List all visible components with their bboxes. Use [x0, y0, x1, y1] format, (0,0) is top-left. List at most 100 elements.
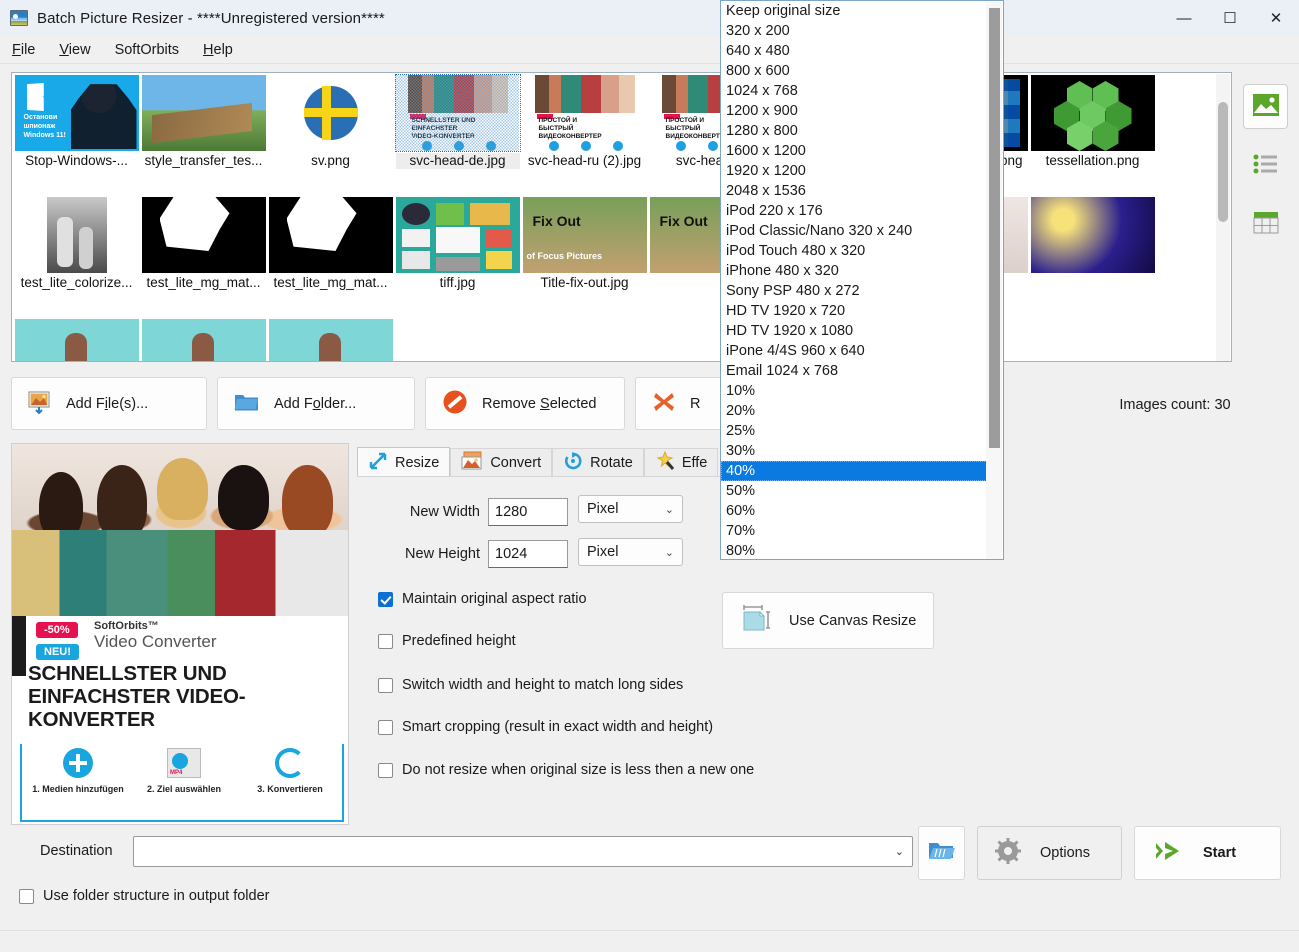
dropdown-option[interactable]: Email 1024 x 768 [721, 361, 987, 381]
dropdown-option[interactable]: HD TV 1920 x 1080 [721, 321, 987, 341]
list-item[interactable]: Останови шпионаж Windows 11! Stop-Windows-… [14, 75, 139, 195]
dropdown-option[interactable]: 40% [721, 461, 987, 481]
checkbox-box[interactable] [378, 633, 393, 649]
list-item[interactable]: Fix Out of Focus Pictures Title-fix-out.j… [522, 197, 647, 317]
tab-convert[interactable]: Convert [450, 448, 553, 477]
checkbox-switch-width-height[interactable]: Switch width and height to match long si… [378, 677, 683, 693]
scrollbar-thumb[interactable] [1218, 102, 1228, 222]
menu-softorbits[interactable]: SoftOrbits [103, 39, 191, 61]
preview-headline: SCHNELLSTER UND EINFACHSTER VIDEO-KONVER… [28, 662, 246, 731]
new-width-unit-select[interactable]: Pixel ⌄ [578, 495, 683, 523]
dropdown-option[interactable]: Keep original size [721, 1, 987, 21]
refresh-icon [275, 748, 305, 778]
tab-rotate[interactable]: Rotate [552, 448, 644, 477]
thumbnail [141, 75, 266, 151]
close-button[interactable]: ✕ [1253, 0, 1299, 36]
maximize-button[interactable]: ☐ [1207, 0, 1253, 36]
preview-accent-bar [12, 616, 26, 676]
browse-folder-button[interactable] [918, 826, 965, 880]
list-item[interactable]: test_lite_mg_mat... [141, 197, 266, 317]
grid-icon [1253, 211, 1279, 239]
list-view-button[interactable] [1243, 143, 1288, 188]
checkbox-use-folder-structure[interactable]: Use folder structure in output folder [19, 888, 269, 904]
dropdown-option[interactable]: 800 x 600 [721, 61, 987, 81]
checkbox-maintain-aspect-ratio[interactable]: Maintain original aspect ratio [378, 591, 587, 607]
add-files-button[interactable]: Add File(s)... [11, 377, 207, 430]
list-item[interactable]: test_lite_colorize... [14, 197, 139, 317]
minimize-button[interactable]: — [1161, 0, 1207, 36]
list-item[interactable] [1030, 197, 1155, 317]
dropdown-option[interactable]: HD TV 1920 x 720 [721, 301, 987, 321]
dropdown-options-list[interactable]: Keep original size 320 x 200 640 x 480 800 … [721, 1, 987, 559]
thumbnail [15, 197, 139, 273]
dropdown-option[interactable]: iPod Touch 480 x 320 [721, 241, 987, 261]
file-list-panel[interactable]: Останови шпионаж Windows 11! Stop-Windows-… [11, 72, 1232, 362]
list-item[interactable]: sv.png [268, 75, 393, 195]
start-button[interactable]: Start [1134, 826, 1281, 880]
tab-resize[interactable]: Resize [357, 447, 451, 477]
dropdown-option[interactable]: iPod Classic/Nano 320 x 240 [721, 221, 987, 241]
plus-circle-icon [63, 748, 93, 778]
dropdown-option[interactable]: 1200 x 900 [721, 101, 987, 121]
thumbnail [268, 319, 393, 361]
list-item[interactable]: tessellation.png [1030, 75, 1155, 195]
menu-file[interactable]: FFileile [0, 39, 47, 61]
destination-input[interactable]: ⌄ [133, 836, 913, 867]
thumbnail-grid[interactable]: Останови шпионаж Windows 11! Stop-Windows-… [12, 73, 1217, 361]
dropdown-option[interactable]: 70% [721, 521, 987, 541]
tab-effects[interactable]: Effe [643, 448, 719, 477]
dropdown-option[interactable]: 1024 x 768 [721, 81, 987, 101]
thumbnail-view-button[interactable] [1243, 84, 1288, 129]
checkbox-box[interactable] [378, 719, 393, 735]
dropdown-option[interactable]: 30% [721, 441, 987, 461]
list-item[interactable] [141, 319, 266, 361]
dropdown-option[interactable]: 25% [721, 421, 987, 441]
options-button[interactable]: Options [977, 826, 1122, 880]
dropdown-option[interactable]: 640 x 480 [721, 41, 987, 61]
dropdown-option[interactable]: 320 x 200 [721, 21, 987, 41]
checkbox-do-not-resize[interactable]: Do not resize when original size is less… [378, 762, 754, 778]
chevron-down-icon[interactable]: ⌄ [895, 845, 904, 858]
dropdown-option[interactable]: 2048 x 1536 [721, 181, 987, 201]
menu-help[interactable]: Help [191, 39, 245, 61]
checkbox-box[interactable] [19, 888, 34, 904]
dropdown-option[interactable]: iPhone 480 x 320 [721, 261, 987, 281]
size-preset-dropdown[interactable]: Keep original size 320 x 200 640 x 480 800 … [720, 0, 1004, 560]
list-item[interactable] [14, 319, 139, 361]
new-width-input[interactable] [488, 498, 568, 526]
details-view-button[interactable] [1243, 202, 1288, 247]
dropdown-option[interactable]: 1920 x 1200 [721, 161, 987, 181]
remove-selected-button[interactable]: Remove Selected [425, 377, 625, 430]
checkbox-predefined-height[interactable]: Predefined height [378, 633, 516, 649]
checkbox-box[interactable] [378, 762, 393, 778]
file-list-scrollbar[interactable] [1216, 74, 1230, 361]
scrollbar-thumb[interactable] [989, 8, 1000, 448]
new-height-input[interactable] [488, 540, 568, 568]
dropdown-option[interactable]: 1600 x 1200 [721, 141, 987, 161]
dropdown-option[interactable]: Sony PSP 480 x 272 [721, 281, 987, 301]
dropdown-option[interactable]: 10% [721, 381, 987, 401]
checkbox-box[interactable] [378, 591, 393, 607]
menu-view[interactable]: View [47, 39, 102, 61]
dropdown-option[interactable]: 20% [721, 401, 987, 421]
add-folder-button[interactable]: Add Folder... [217, 377, 415, 430]
dropdown-option[interactable]: 80% [721, 541, 987, 559]
dropdown-option[interactable]: 50% [721, 481, 987, 501]
list-item[interactable]: test_lite_mg_mat... [268, 197, 393, 317]
list-item[interactable]: tiff.jpg [395, 197, 520, 317]
dropdown-option[interactable]: 60% [721, 501, 987, 521]
dropdown-option[interactable]: 1280 x 800 [721, 121, 987, 141]
thumbnail [14, 319, 139, 361]
checkbox-smart-cropping[interactable]: Smart cropping (result in exact width an… [378, 719, 713, 735]
list-item[interactable]: ПРОСТОЙ И БЫСТРЫЙ ВИДЕОКОНВЕРТЕР svc-head-… [522, 75, 647, 195]
new-height-unit-select[interactable]: Pixel ⌄ [578, 538, 683, 566]
use-canvas-resize-button[interactable]: Use Canvas Resize [722, 592, 934, 649]
checkbox-label: Switch width and height to match long si… [402, 677, 684, 693]
list-item[interactable] [268, 319, 393, 361]
list-item[interactable]: style_transfer_tes... [141, 75, 266, 195]
dropdown-option[interactable]: iPod 220 x 176 [721, 201, 987, 221]
list-item-selected[interactable]: SCHNELLSTER UND EINFACHSTER VIDEO-KONVERTE… [394, 74, 521, 195]
checkbox-box[interactable] [378, 677, 393, 693]
dropdown-option[interactable]: iPone 4/4S 960 x 640 [721, 341, 987, 361]
dropdown-scrollbar[interactable] [986, 2, 1002, 559]
